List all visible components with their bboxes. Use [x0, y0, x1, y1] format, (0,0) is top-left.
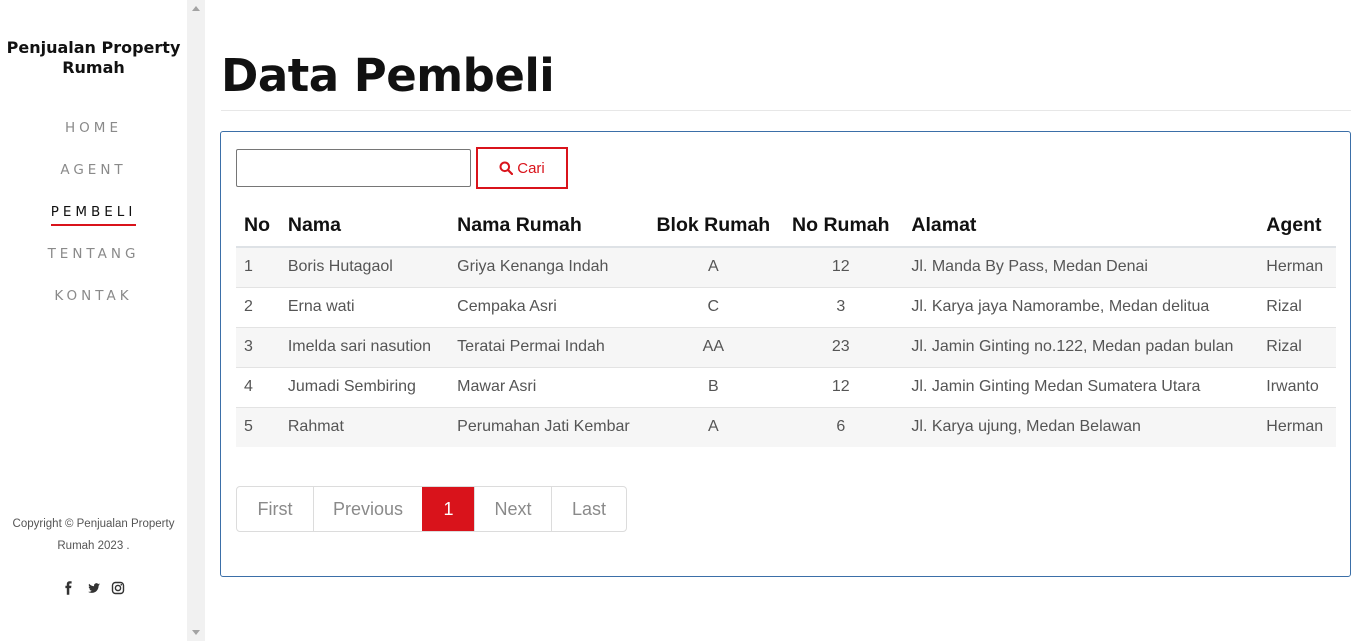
- cell-agent: Rizal: [1258, 326, 1336, 367]
- cell-nama: Jumadi Sembiring: [279, 366, 450, 407]
- cell-alamat: Jl. Karya jaya Namorambe, Medan delitua: [903, 286, 1259, 327]
- table-header-row: No Nama Nama Rumah Blok Rumah No Rumah A…: [236, 204, 1336, 248]
- cell-nama-rumah: Perumahan Jati Kembar: [449, 406, 649, 447]
- cell-no: 1: [236, 246, 280, 287]
- cell-no-rumah: 12: [778, 246, 904, 287]
- pagination-last[interactable]: Last: [551, 487, 626, 531]
- search-button-label: Cari: [517, 159, 545, 177]
- nav-link-tentang[interactable]: TENTANG: [48, 242, 140, 265]
- table-row: 2 Erna wati Cempaka Asri C 3 Jl. Karya j…: [236, 286, 1336, 327]
- cell-blok-rumah: B: [648, 366, 779, 407]
- cell-alamat: Jl. Karya ujung, Medan Belawan: [903, 406, 1259, 447]
- cell-alamat: Jl. Jamin Ginting Medan Sumatera Utara: [903, 366, 1259, 407]
- search-input[interactable]: [236, 149, 471, 187]
- pagination: First Previous 1 Next Last: [236, 486, 627, 532]
- copyright-text: Copyright © Penjualan Property Rumah 202…: [12, 518, 175, 552]
- cell-no: 3: [236, 326, 280, 367]
- nav-item-tentang: TENTANG: [0, 242, 187, 284]
- buyers-table: No Nama Nama Rumah Blok Rumah No Rumah A…: [236, 204, 1336, 447]
- cell-nama: Boris Hutagaol: [279, 246, 450, 287]
- column-header-no-rumah: No Rumah: [778, 204, 904, 248]
- column-header-agent: Agent: [1258, 204, 1336, 248]
- sidebar-scrollbar[interactable]: [187, 0, 205, 641]
- cell-blok-rumah: AA: [648, 326, 779, 367]
- scroll-down-arrow-icon[interactable]: [187, 624, 205, 641]
- nav-item-agent: AGENT: [0, 158, 187, 200]
- page-title: Data Pembeli: [221, 49, 555, 102]
- brand-title[interactable]: Penjualan Property Rumah: [0, 38, 187, 78]
- sidebar-nav: HOME AGENT PEMBELI TENTANG KONTAK: [0, 116, 187, 326]
- pagination-page-1[interactable]: 1: [422, 487, 474, 531]
- instagram-icon[interactable]: [108, 578, 128, 598]
- social-links: [0, 578, 187, 598]
- data-panel: Cari No Nama Nama Rumah Blok Rumah No Ru…: [220, 131, 1351, 577]
- cell-alamat: Jl. Manda By Pass, Medan Denai: [903, 246, 1259, 287]
- nav-item-kontak: KONTAK: [0, 284, 187, 326]
- column-header-no: No: [236, 204, 280, 248]
- cell-nama-rumah: Teratai Permai Indah: [449, 326, 649, 367]
- nav-link-home[interactable]: HOME: [65, 116, 122, 139]
- nav-link-kontak[interactable]: KONTAK: [54, 284, 132, 307]
- cell-no: 5: [236, 406, 280, 447]
- cell-alamat: Jl. Jamin Ginting no.122, Medan padan bu…: [903, 326, 1259, 367]
- column-header-blok-rumah: Blok Rumah: [648, 204, 779, 248]
- column-header-nama: Nama: [279, 204, 450, 248]
- cell-no-rumah: 3: [778, 286, 904, 327]
- nav-item-pembeli: PEMBELI: [0, 200, 187, 242]
- cell-no: 2: [236, 286, 280, 327]
- search-icon: [499, 161, 514, 175]
- cell-no: 4: [236, 366, 280, 407]
- title-divider: [221, 110, 1351, 111]
- cell-nama: Erna wati: [279, 286, 450, 327]
- table-row: 3 Imelda sari nasution Teratai Permai In…: [236, 326, 1336, 367]
- cell-no-rumah: 12: [778, 366, 904, 407]
- pagination-previous[interactable]: Previous: [313, 487, 422, 531]
- cell-agent: Herman: [1258, 406, 1336, 447]
- table-row: 5 Rahmat Perumahan Jati Kembar A 6 Jl. K…: [236, 406, 1336, 447]
- cell-nama-rumah: Griya Kenanga Indah: [449, 246, 649, 287]
- cell-blok-rumah: A: [648, 406, 779, 447]
- table-row: 1 Boris Hutagaol Griya Kenanga Indah A 1…: [236, 246, 1336, 287]
- cell-no-rumah: 23: [778, 326, 904, 367]
- cell-agent: Rizal: [1258, 286, 1336, 327]
- pagination-next[interactable]: Next: [474, 487, 551, 531]
- nav-link-agent[interactable]: AGENT: [60, 158, 126, 181]
- nav-link-pembeli[interactable]: PEMBELI: [50, 200, 137, 226]
- sidebar: Penjualan Property Rumah HOME AGENT PEMB…: [0, 0, 187, 641]
- column-header-alamat: Alamat: [903, 204, 1259, 248]
- search-button[interactable]: Cari: [476, 147, 568, 189]
- cell-agent: Irwanto: [1258, 366, 1336, 407]
- cell-no-rumah: 6: [778, 406, 904, 447]
- cell-nama-rumah: Mawar Asri: [449, 366, 649, 407]
- cell-nama: Imelda sari nasution: [279, 326, 450, 367]
- twitter-icon[interactable]: [84, 578, 104, 598]
- column-header-nama-rumah: Nama Rumah: [449, 204, 649, 248]
- pagination-first[interactable]: First: [237, 487, 313, 531]
- table-row: 4 Jumadi Sembiring Mawar Asri B 12 Jl. J…: [236, 366, 1336, 407]
- facebook-icon[interactable]: [59, 578, 79, 598]
- cell-agent: Herman: [1258, 246, 1336, 287]
- cell-nama: Rahmat: [279, 406, 450, 447]
- cell-nama-rumah: Cempaka Asri: [449, 286, 649, 327]
- cell-blok-rumah: C: [648, 286, 779, 327]
- nav-item-home: HOME: [0, 116, 187, 158]
- cell-blok-rumah: A: [648, 246, 779, 287]
- scroll-up-arrow-icon[interactable]: [187, 0, 205, 17]
